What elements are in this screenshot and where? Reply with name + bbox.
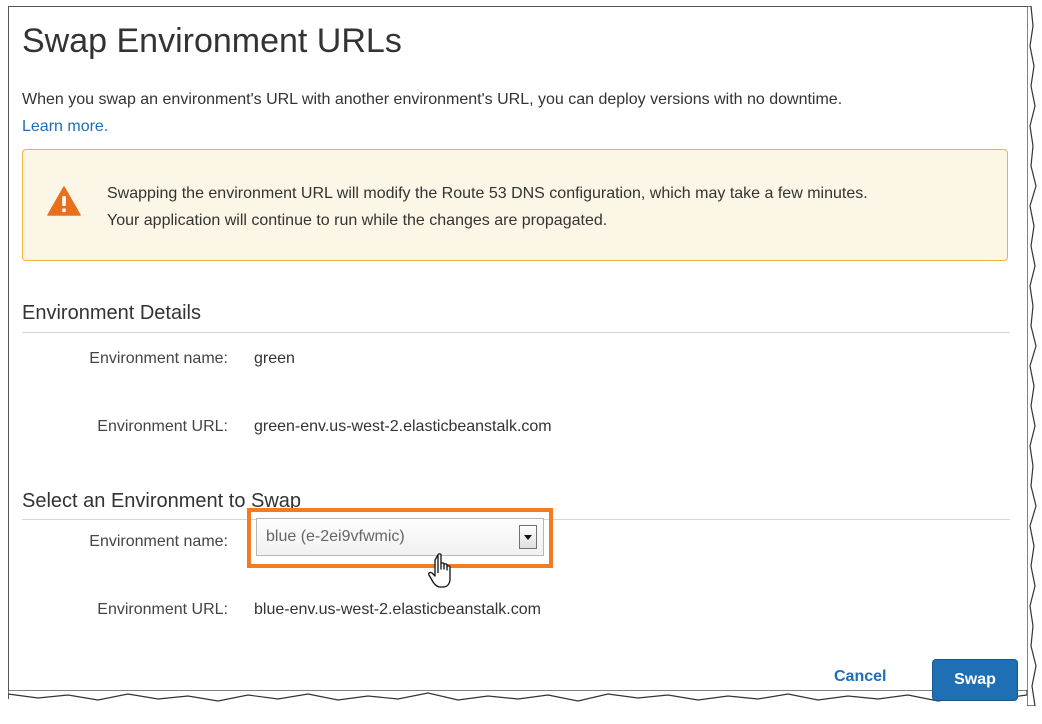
hand-pointer-icon (428, 553, 451, 588)
target-environment-name-label: Environment name: (89, 533, 228, 550)
torn-edge-bottom (8, 690, 1028, 702)
alert-line-1: Swapping the environment URL will modify… (107, 185, 868, 202)
alert-message: Swapping the environment URL will modify… (107, 180, 987, 234)
cancel-button[interactable]: Cancel (834, 668, 886, 686)
warning-alert: Swapping the environment URL will modify… (22, 149, 1008, 261)
environment-url-value: green-env.us-west-2.elasticbeanstalk.com (254, 418, 552, 435)
intro-description: When you swap an environment's URL with … (22, 91, 843, 108)
warning-icon (47, 186, 81, 216)
intro-text: When you swap an environment's URL with … (22, 86, 1002, 140)
section-divider (22, 332, 1010, 333)
target-environment-url-value: blue-env.us-west-2.elasticbeanstalk.com (254, 601, 541, 618)
torn-edge-right (1027, 6, 1037, 706)
environment-url-label: Environment URL: (97, 418, 228, 435)
environment-name-value: green (254, 350, 295, 367)
alert-line-2: Your application will continue to run wh… (107, 212, 608, 229)
environment-select-value: blue (e-2ei9vfwmic) (266, 528, 405, 545)
environment-details-heading: Environment Details (22, 302, 201, 324)
environment-select[interactable]: blue (e-2ei9vfwmic) (256, 518, 544, 556)
learn-more-link[interactable]: Learn more. (22, 118, 108, 135)
page-title: Swap Environment URLs (22, 22, 402, 60)
chevron-down-icon[interactable] (519, 525, 537, 549)
target-environment-url-label: Environment URL: (97, 601, 228, 618)
swap-button[interactable]: Swap (932, 659, 1018, 701)
environment-name-label: Environment name: (89, 350, 228, 367)
